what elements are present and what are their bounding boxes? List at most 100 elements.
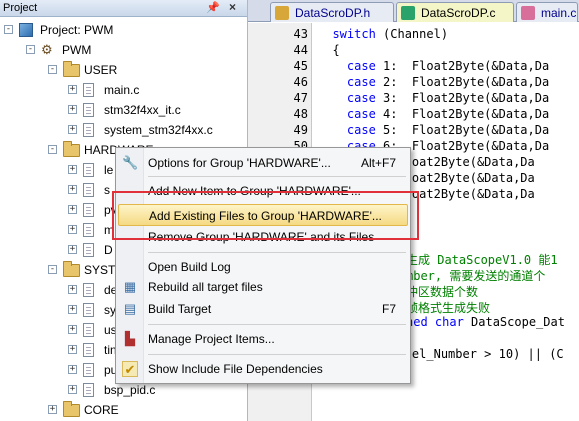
- expand-toggle-icon[interactable]: +: [68, 205, 77, 214]
- tree-item[interactable]: + stm32f4xx_it.c: [0, 100, 247, 120]
- menu-item[interactable]: ▤ Build Target F7: [118, 298, 408, 320]
- menu-item-label: Options for Group 'HARDWARE'...: [148, 156, 331, 170]
- tree-item[interactable]: - Project: PWM: [0, 20, 247, 40]
- line-number: 48: [293, 107, 308, 121]
- menu-item-label: Build Target: [148, 302, 212, 316]
- file-icon: [83, 283, 94, 297]
- expand-toggle-icon[interactable]: +: [48, 405, 57, 414]
- menu-separator: [148, 252, 406, 253]
- file-icon: [83, 243, 94, 257]
- file-icon: [83, 363, 94, 377]
- collapse-toggle-icon[interactable]: -: [48, 145, 57, 154]
- tree-item-label: le: [104, 163, 114, 177]
- menu-item[interactable]: ▦ Rebuild all target files: [118, 276, 408, 298]
- tree-item-label: s: [104, 183, 110, 197]
- tab-file[interactable]: DataScroDP.h: [270, 2, 394, 22]
- file-icon: [83, 103, 94, 117]
- expand-toggle-icon[interactable]: +: [68, 105, 77, 114]
- annotation-highlight-box: [112, 191, 419, 240]
- expand-toggle-icon[interactable]: +: [68, 185, 77, 194]
- line-number: 45: [293, 59, 308, 73]
- code-line: mber, 需要发送的通道个: [406, 269, 546, 283]
- menu-item[interactable]: 🔧 Options for Group 'HARDWARE'... Alt+F7: [118, 152, 408, 174]
- tree-item[interactable]: + system_stm32f4xx.c: [0, 120, 247, 140]
- line-number: 49: [293, 123, 308, 137]
- expand-toggle-icon[interactable]: +: [68, 245, 77, 254]
- collapse-toggle-icon[interactable]: -: [4, 25, 13, 34]
- code-line: ned char DataScope_Dat: [406, 315, 565, 329]
- tree-item[interactable]: + main.c: [0, 80, 247, 100]
- collapse-toggle-icon[interactable]: -: [26, 45, 35, 54]
- folder-icon: [63, 261, 80, 277]
- tree-item-label: D: [104, 243, 113, 257]
- expand-toggle-icon[interactable]: +: [68, 365, 77, 374]
- tab-bar: DataScroDP.h DataScroDP.c main.c: [248, 0, 579, 22]
- collapse-toggle-icon[interactable]: -: [48, 265, 57, 274]
- expand-toggle-icon[interactable]: +: [68, 325, 77, 334]
- tab-file[interactable]: main.c: [516, 2, 578, 22]
- file-icon: [83, 223, 94, 237]
- file-icon: [83, 183, 94, 197]
- file-tab-icon: [521, 6, 535, 20]
- expand-toggle-icon[interactable]: +: [68, 285, 77, 294]
- line-number: 46: [293, 75, 308, 89]
- expand-toggle-icon[interactable]: +: [68, 345, 77, 354]
- expand-toggle-icon[interactable]: +: [68, 85, 77, 94]
- close-icon[interactable]: ×: [229, 0, 236, 14]
- menu-item[interactable]: Open Build Log: [118, 256, 408, 278]
- expand-toggle-icon[interactable]: +: [68, 165, 77, 174]
- file-icon: [83, 323, 94, 337]
- file-tab-icon: [275, 6, 289, 20]
- tree-item[interactable]: + CORE: [0, 400, 247, 420]
- project-icon: [19, 23, 33, 37]
- code-line: {: [318, 43, 340, 57]
- code-line: case 1: Float2Byte(&Data,Da: [346, 59, 550, 73]
- menu-separator: [148, 354, 406, 355]
- code-line: case 5: Float2Byte(&Data,Da: [346, 123, 550, 137]
- checkmark-icon: ✔: [122, 361, 138, 377]
- tree-item-label: bsp_pid.c: [104, 383, 156, 397]
- menu-item[interactable]: ✔ Show Include File Dependencies: [118, 358, 408, 380]
- folder-icon: [63, 141, 80, 157]
- tree-item[interactable]: - ⚙ PWM: [0, 40, 247, 60]
- menu-item-shortcut: Alt+F7: [360, 156, 396, 170]
- expand-toggle-icon[interactable]: +: [68, 225, 77, 234]
- project-panel-header: Project 📌 ×: [0, 0, 247, 17]
- tab-label: main.c: [541, 6, 577, 20]
- expand-toggle-icon[interactable]: +: [68, 125, 77, 134]
- code-line: 生成 DataScopeV1.0 能1: [406, 253, 558, 267]
- tree-item-label: Project: PWM: [40, 23, 114, 37]
- menu-item-label: Manage Project Items...: [148, 332, 275, 346]
- file-icon: [83, 203, 94, 217]
- menu-separator: [148, 176, 406, 177]
- collapse-toggle-icon[interactable]: -: [48, 65, 57, 74]
- code-line: case 2: Float2Byte(&Data,Da: [346, 75, 550, 89]
- tree-item-label: main.c: [104, 83, 140, 97]
- line-number: 47: [293, 91, 308, 105]
- manage-icon: ▙: [125, 331, 135, 346]
- menu-item-label: Show Include File Dependencies: [148, 362, 323, 376]
- code-line: case 4: Float2Byte(&Data,Da: [346, 107, 550, 121]
- menu-item-shortcut: F7: [381, 302, 396, 316]
- pin-icon[interactable]: 📌: [206, 1, 220, 14]
- file-icon: [83, 123, 94, 137]
- file-icon: [83, 383, 94, 397]
- tree-item[interactable]: - USER: [0, 60, 247, 80]
- target-icon: ⚙: [41, 42, 53, 57]
- expand-toggle-icon[interactable]: +: [68, 385, 77, 394]
- context-menu: 🔧 Options for Group 'HARDWARE'... Alt+F7 Ad…: [115, 147, 411, 384]
- folder-icon: [63, 61, 80, 77]
- options-icon: 🔧: [122, 155, 139, 170]
- build-icon: ▤: [123, 301, 137, 316]
- tab-file[interactable]: DataScroDP.c: [396, 2, 514, 22]
- tab-label: DataScroDP.h: [295, 6, 371, 20]
- menu-item-label: Open Build Log: [148, 260, 231, 274]
- line-number: 44: [293, 43, 308, 57]
- menu-separator: [148, 324, 406, 325]
- file-icon: [83, 83, 94, 97]
- code-line: 帧格式生成失败: [406, 301, 491, 315]
- code-line: case 3: Float2Byte(&Data,Da: [346, 91, 550, 105]
- file-icon: [83, 343, 94, 357]
- expand-toggle-icon[interactable]: +: [68, 305, 77, 314]
- menu-item[interactable]: ▙ Manage Project Items...: [118, 328, 408, 350]
